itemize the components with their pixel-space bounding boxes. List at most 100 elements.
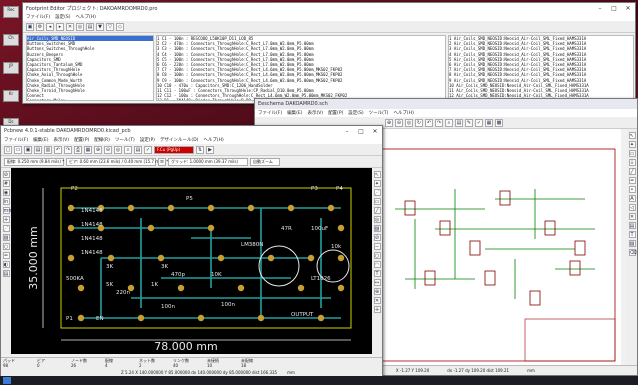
zoom-in-icon[interactable]: ⊕ bbox=[94, 145, 102, 154]
close-button[interactable]: ✕ bbox=[621, 5, 635, 12]
track-sketch-icon[interactable]: ═ bbox=[2, 252, 10, 259]
start-icon[interactable] bbox=[3, 377, 11, 384]
origin-icon[interactable]: ✛ bbox=[373, 306, 381, 313]
bom-icon[interactable]: ▦ bbox=[485, 118, 493, 127]
label-icon[interactable]: A bbox=[628, 195, 636, 202]
layer-select[interactable]: F.Cu (PgUp) bbox=[154, 145, 194, 154]
menu-item[interactable]: ファイル(F) bbox=[4, 137, 28, 143]
erc-icon[interactable]: ✓ bbox=[475, 118, 483, 127]
maximize-button[interactable]: □ bbox=[354, 128, 368, 135]
print-icon[interactable]: ⎙ bbox=[74, 145, 82, 154]
bus-icon[interactable]: ═ bbox=[628, 177, 636, 184]
zoom-out-icon[interactable]: ⊖ bbox=[395, 118, 403, 127]
grid-toggle-icon[interactable]: # bbox=[2, 180, 10, 187]
ratsnest-icon[interactable]: ⋰ bbox=[2, 225, 10, 232]
via-size-select[interactable]: ビア: 0.60 mm (23.6 mils) / 0.40 mm (15.7 … bbox=[66, 157, 168, 166]
menu-item[interactable]: 表示(V) bbox=[307, 110, 323, 116]
menu-item[interactable]: 編集(E) bbox=[33, 137, 48, 143]
prev-icon[interactable]: ◂ bbox=[46, 22, 54, 31]
menu-item[interactable]: デザインルール(D) bbox=[160, 137, 198, 143]
menu-item[interactable]: 表示(V) bbox=[53, 137, 69, 143]
menu-item[interactable]: 配線(R) bbox=[94, 137, 110, 143]
filter-icon[interactable]: ▼ bbox=[96, 22, 104, 31]
zoom-fit-icon[interactable]: ◎ bbox=[114, 145, 122, 154]
global-label-icon[interactable]: ◁ bbox=[628, 204, 636, 211]
cursor-icon[interactable]: ✛ bbox=[2, 216, 10, 223]
highlight-icon[interactable]: ✦ bbox=[628, 141, 636, 148]
library-icon[interactable]: ▥ bbox=[44, 145, 52, 154]
units-inch-icon[interactable]: in bbox=[2, 198, 10, 205]
netlist-icon[interactable]: ▤ bbox=[134, 145, 142, 154]
units-mm-icon[interactable]: mm bbox=[2, 207, 13, 214]
via-icon[interactable]: ◎ bbox=[373, 216, 381, 223]
desktop-shortcut-icon[interactable]: JP bbox=[3, 62, 19, 74]
pcbnew-window[interactable]: Pcbnew 4.0.1-stable DAKOAMRDOMRD0.kicad_… bbox=[0, 125, 383, 380]
sheet-icon[interactable]: ▤ bbox=[628, 222, 636, 229]
grid-select[interactable]: グリッド: 1.0000 mm (39.37 mils) bbox=[168, 157, 248, 166]
menu-item[interactable]: 設定(P) bbox=[140, 137, 155, 143]
zoom-select[interactable]: 自動ズーム bbox=[250, 157, 280, 166]
desktop-shortcut-icon[interactable]: Rec bbox=[3, 6, 19, 18]
plot-icon[interactable]: ▦ bbox=[84, 145, 92, 154]
select-icon[interactable]: ↖ bbox=[628, 132, 636, 139]
menu-item[interactable]: ヘルプ(H) bbox=[75, 14, 95, 20]
menu-item[interactable]: ツール(T) bbox=[115, 137, 135, 143]
minimize-button[interactable]: – bbox=[340, 128, 354, 135]
footprint-editor-window[interactable]: Footprint Editor プロジェクト: DAKOAMRDOMRD0.p… bbox=[22, 2, 636, 104]
junction-icon[interactable]: • bbox=[628, 186, 636, 193]
delete-tool-icon[interactable]: ⌫ bbox=[628, 249, 637, 256]
annotate-icon[interactable]: ✎ bbox=[465, 118, 473, 127]
filter2-icon[interactable]: ▽ bbox=[106, 22, 114, 31]
circle-icon[interactable]: ○ bbox=[373, 252, 381, 259]
minimize-button[interactable]: – bbox=[593, 5, 607, 12]
redo-icon[interactable]: ↷ bbox=[435, 118, 443, 127]
footprint-list[interactable]: 1 Air_Coils_SMD_NEOSID:Neosid_Air-Coil_S… bbox=[448, 35, 634, 101]
undo-icon[interactable]: ↶ bbox=[425, 118, 433, 127]
power-icon[interactable]: ⏚ bbox=[628, 159, 636, 166]
new-icon[interactable]: ▢ bbox=[4, 145, 12, 154]
pcb-canvas[interactable]: 78.000 mm 35.000 mm 1N4148 1N4148 1N4148 1N41… bbox=[11, 168, 373, 354]
find-icon[interactable]: ⌕ bbox=[445, 118, 453, 127]
find-icon[interactable]: ⌕ bbox=[124, 145, 132, 154]
auto-width-icon[interactable]: ≡ bbox=[158, 157, 166, 166]
dimension-icon[interactable]: ↔ bbox=[373, 279, 381, 286]
undo-icon[interactable]: ↶ bbox=[54, 145, 62, 154]
pcb-icon[interactable]: ▩ bbox=[495, 118, 503, 127]
script-icon[interactable]: ▶ bbox=[206, 145, 214, 154]
select-icon[interactable]: ↖ bbox=[373, 171, 381, 178]
footprint-icon[interactable]: ▭ bbox=[373, 198, 381, 205]
zoom-out-icon[interactable]: ⊖ bbox=[104, 145, 112, 154]
image-icon[interactable]: ▨ bbox=[628, 240, 636, 247]
menu-item[interactable]: 設定(S) bbox=[348, 110, 363, 116]
zoom-fit-icon[interactable]: ◎ bbox=[405, 118, 413, 127]
drc-toggle-icon[interactable]: ⊘ bbox=[2, 171, 10, 178]
redo-icon[interactable]: ↷ bbox=[64, 145, 72, 154]
library-list[interactable]: Air_Coils_SMD_NEOSID Buttons_Switches_SMD… bbox=[26, 35, 154, 101]
delete-icon[interactable]: ✕ bbox=[66, 22, 74, 31]
zoom-in-icon[interactable]: ⊕ bbox=[385, 118, 393, 127]
text-icon[interactable]: T bbox=[628, 231, 636, 238]
component-list[interactable]: 1 C1 - 100n : RESCOOO_L50K10P_D11_LOD_85… bbox=[156, 35, 446, 101]
zone-icon[interactable]: ▨ bbox=[373, 225, 381, 232]
menu-item[interactable]: ヘルプ(H) bbox=[393, 110, 413, 116]
text-icon[interactable]: T bbox=[373, 270, 381, 277]
save-icon[interactable]: ▣ bbox=[26, 22, 34, 31]
track-width-select[interactable]: 配線: 0.250 mm (9.84 mils) * bbox=[4, 157, 64, 166]
filter3-icon[interactable]: ◇ bbox=[116, 22, 124, 31]
menu-item[interactable]: 編集(E) bbox=[287, 110, 302, 116]
noconnect-icon[interactable]: ✕ bbox=[628, 213, 636, 220]
drc-icon[interactable]: ✓ bbox=[144, 145, 152, 154]
layers-icon[interactable]: ▤ bbox=[2, 270, 10, 277]
doc-icon[interactable]: ▤ bbox=[86, 22, 94, 31]
component-icon[interactable]: ▭ bbox=[628, 150, 636, 157]
next-icon[interactable]: ▸ bbox=[56, 22, 64, 31]
page-icon[interactable]: ▤ bbox=[34, 145, 42, 154]
menu-item[interactable]: ファイル(F) bbox=[26, 14, 50, 20]
menu-item[interactable]: 配置(P) bbox=[328, 110, 343, 116]
layer-pair-icon[interactable]: ⇅ bbox=[196, 145, 204, 154]
library-item[interactable]: Connectors_Molex bbox=[27, 98, 153, 100]
menu-item[interactable]: ファイル(F) bbox=[258, 110, 282, 116]
line-icon[interactable]: ─ bbox=[373, 243, 381, 250]
menu-item[interactable]: ヘルプ(H) bbox=[203, 137, 223, 143]
polar-icon[interactable]: ◉ bbox=[2, 189, 10, 196]
